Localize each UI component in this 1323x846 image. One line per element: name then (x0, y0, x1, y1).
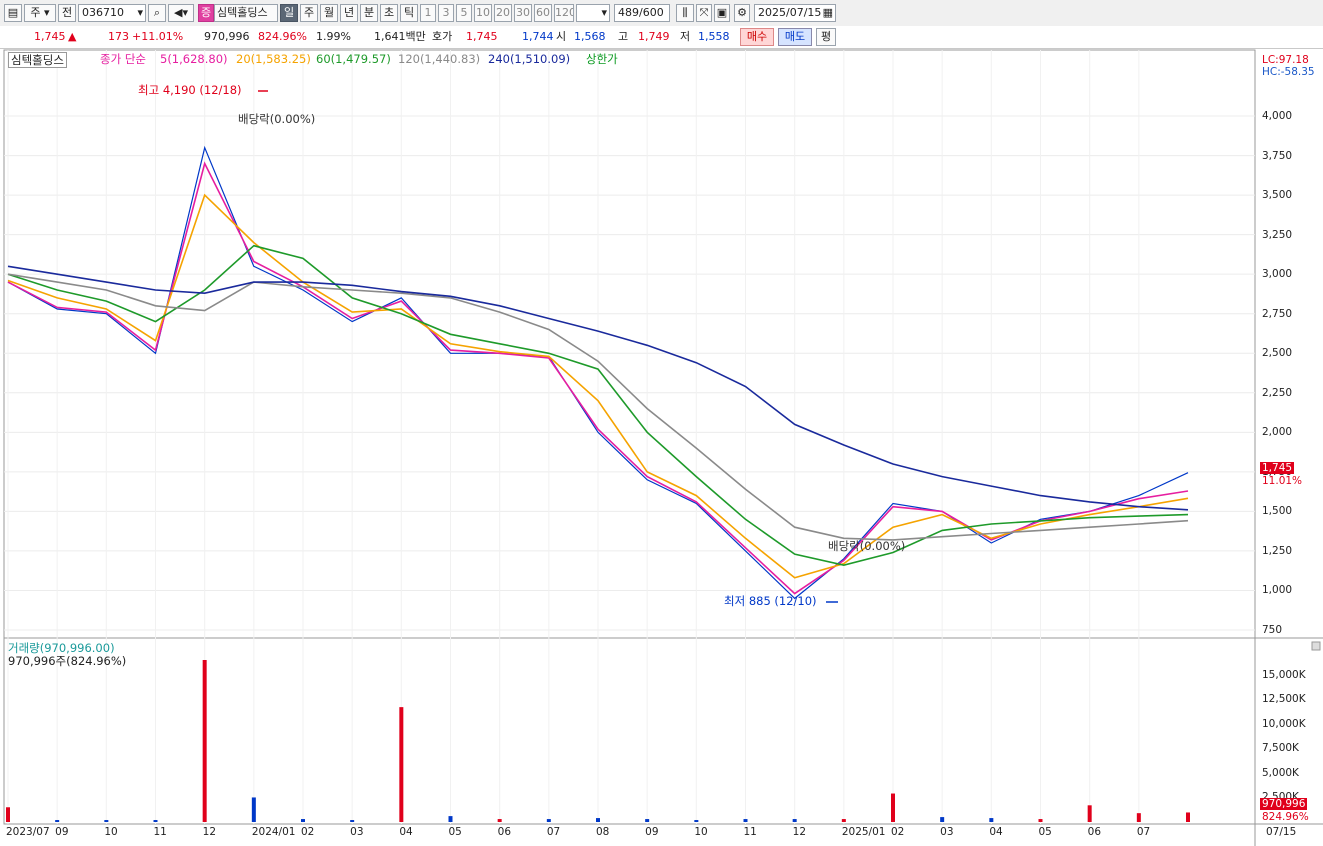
x-tick-label: 03 (940, 826, 954, 838)
last-price-tag: 1,745 (1260, 462, 1295, 474)
volume-bar (497, 819, 502, 822)
x-tick-label: 12 (202, 826, 217, 838)
y-tick-label: 1,000 (1262, 584, 1293, 597)
volume-bar (694, 820, 699, 822)
legend-ma240[interactable]: 240(1,510.09) (488, 52, 570, 66)
x-tick-label: 07 (1136, 826, 1151, 838)
dividend-note-2: 배당락(0.00%) (828, 539, 906, 553)
volume-bar (55, 820, 60, 822)
volume-bar (350, 820, 355, 822)
x-tick-label: 07 (546, 826, 561, 838)
price-chart[interactable] (0, 0, 1323, 846)
y-tick-label: 3,000 (1262, 268, 1293, 281)
x-tick-label: 08 (596, 826, 610, 838)
x-tick-label: 05 (448, 826, 462, 838)
x-tick-label: 04 (989, 826, 1003, 838)
volume-bar (153, 820, 158, 822)
volume-bar (792, 819, 797, 822)
x-tick-label: 06 (1087, 826, 1102, 838)
legend-stock-name[interactable]: 심텍홀딩스 (8, 52, 67, 68)
last-volume-ratio-tag: 824.96% (1262, 811, 1309, 823)
legend-ma60[interactable]: 60(1,479.57) (316, 52, 391, 66)
volume-bar (940, 817, 945, 822)
last-volume-tag: 970,996 (1260, 798, 1308, 810)
x-tick-label: 10 (104, 826, 118, 838)
volume-y-tick-label: 12,500K (1262, 693, 1306, 706)
y-tick-label: 2,500 (1262, 347, 1293, 360)
volume-sub: 970,996주(824.96%) (8, 654, 127, 668)
legend-ma5[interactable]: 5(1,628.80) (160, 52, 228, 66)
x-tick-label: 11 (153, 826, 167, 838)
y-tick-label: 750 (1262, 624, 1283, 636)
x-tick-label: 12 (792, 826, 807, 838)
volume-bar (251, 797, 256, 822)
y-tick-label: 2,750 (1262, 307, 1293, 320)
volume-bar (301, 819, 305, 822)
volume-bar (448, 816, 453, 822)
y-tick-label: 3,250 (1262, 228, 1293, 241)
x-tick-label: 09 (55, 826, 69, 838)
hc-value: HC:-58.35 (1262, 66, 1315, 78)
y-tick-label: 1,250 (1262, 544, 1293, 557)
last-pct-tag: 11.01% (1262, 475, 1303, 487)
lc-value: LC:97.18 (1262, 54, 1309, 66)
volume-bar (546, 819, 551, 822)
y-tick-label: 4,000 (1262, 110, 1293, 123)
volume-bar (596, 818, 600, 822)
x-tick-label: 03 (350, 826, 364, 838)
x-tick-label: 02 (301, 826, 315, 838)
volume-bar (1186, 812, 1190, 822)
volume-bar (1087, 805, 1092, 822)
panel-close-icon[interactable] (1311, 641, 1321, 651)
volume-y-tick-label: 10,000K (1262, 717, 1306, 730)
x-tick-label: 09 (645, 826, 659, 838)
volume-bar (891, 793, 895, 822)
y-tick-label: 3,750 (1262, 149, 1293, 162)
volume-bar (645, 819, 650, 822)
volume-bar (841, 819, 846, 822)
volume-bar (1136, 813, 1141, 822)
volume-bar (202, 660, 207, 822)
x-tick-label: 06 (497, 826, 512, 838)
x-tick-label: 05 (1038, 826, 1052, 838)
volume-bar (104, 820, 109, 822)
x-tick-label: 2025/01 (841, 826, 886, 838)
volume-bar (743, 819, 748, 822)
y-tick-label: 2,250 (1262, 386, 1293, 399)
high-note: 최고 4,190 (12/18) (138, 83, 242, 97)
volume-y-tick-label: 7,500K (1262, 742, 1299, 755)
y-tick-label: 2,000 (1262, 426, 1293, 439)
volume-title: 거래량(970,996.00) (8, 641, 115, 655)
x-tick-label: 2024/01 (251, 826, 296, 838)
legend-limit-up[interactable]: 상한가 (586, 52, 618, 66)
x-last-date: 07/15 (1266, 826, 1297, 838)
volume-bar (989, 818, 994, 822)
x-tick-label: 02 (891, 826, 905, 838)
volume-bar (1038, 819, 1043, 822)
volume-y-tick-label: 5,000K (1262, 766, 1299, 779)
low-note: 최저 885 (12/10) (724, 594, 817, 608)
dividend-note-1: 배당락(0.00%) (238, 112, 316, 126)
x-tick-label: 11 (743, 826, 757, 838)
y-tick-label: 1,500 (1262, 505, 1293, 518)
y-tick-label: 3,500 (1262, 189, 1293, 202)
legend-ma-type: 종가 단순 (100, 52, 146, 66)
volume-bar (399, 707, 404, 822)
legend-ma120[interactable]: 120(1,440.83) (398, 52, 480, 66)
x-tick-label: 04 (399, 826, 413, 838)
legend-ma20[interactable]: 20(1,583.25) (236, 52, 311, 66)
plot-area (3, 49, 1256, 825)
x-tick-label: 10 (694, 826, 708, 838)
volume-bar (6, 807, 10, 822)
volume-y-tick-label: 15,000K (1262, 668, 1306, 681)
x-tick-label: 2023/07 (6, 826, 50, 838)
